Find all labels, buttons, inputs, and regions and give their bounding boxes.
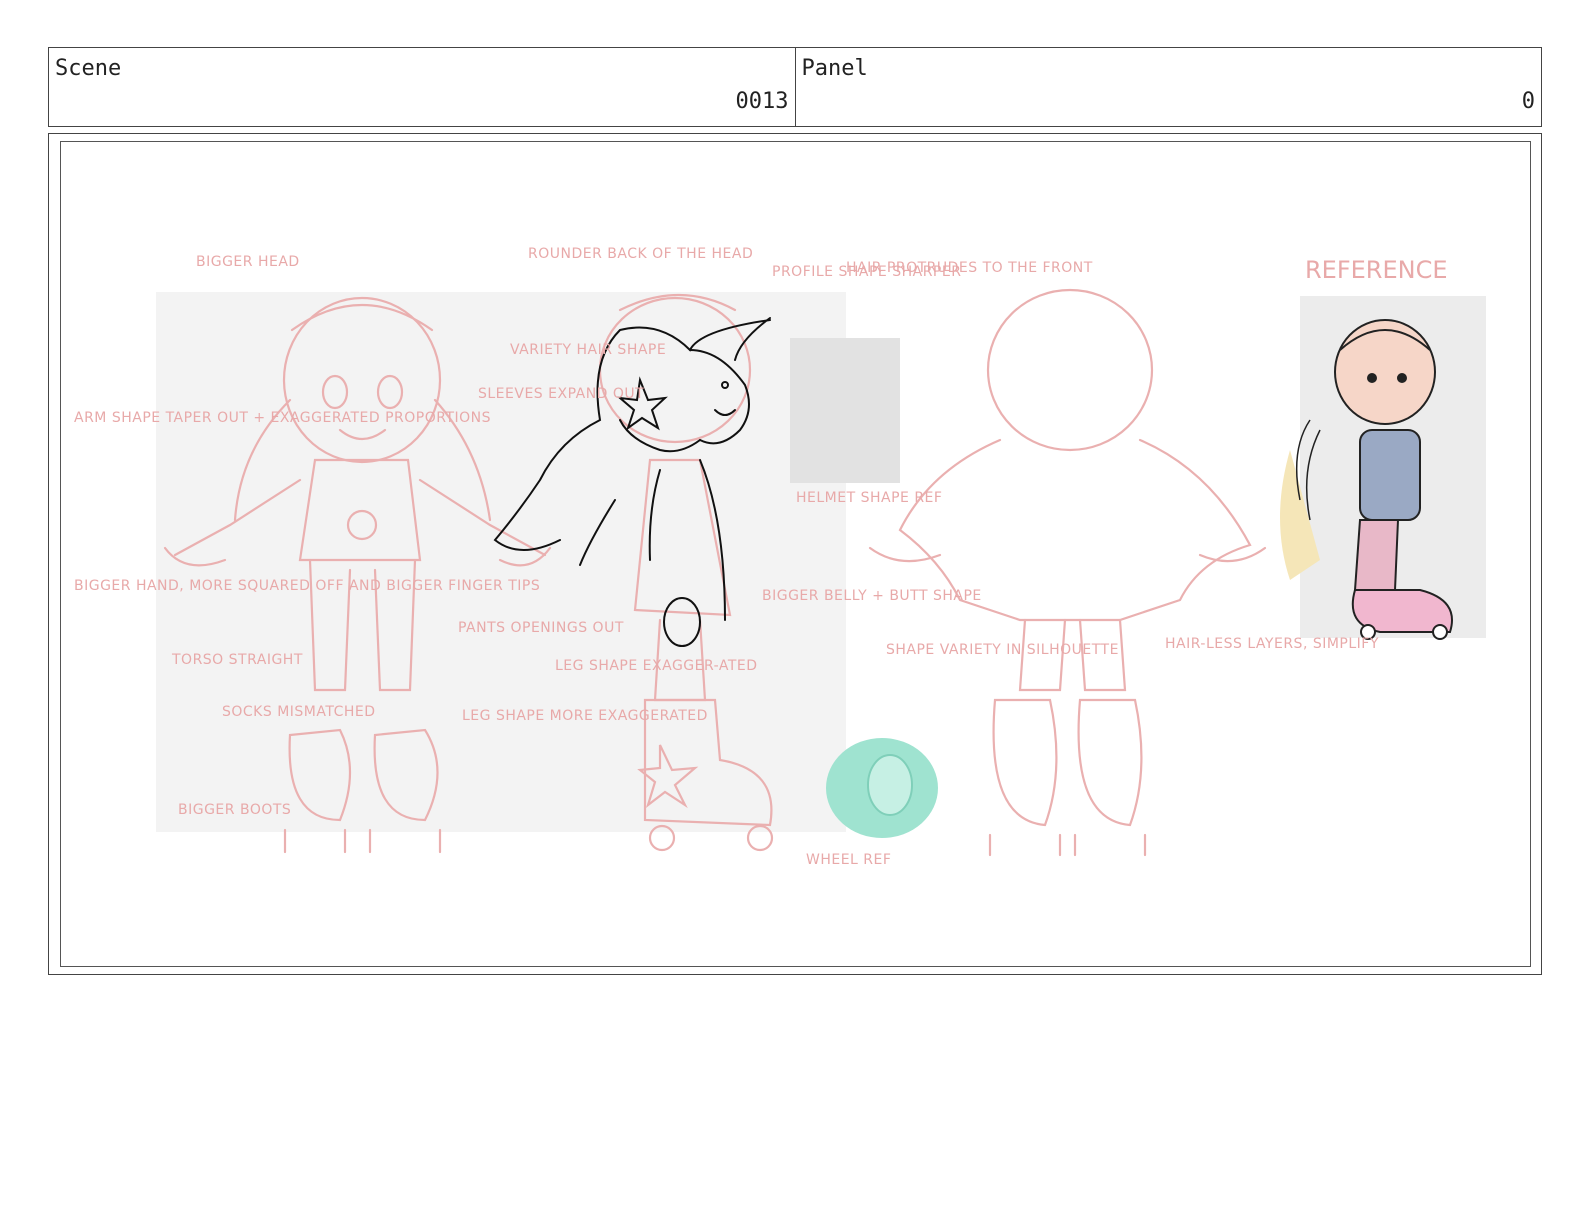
helmet-ref-photo	[790, 338, 900, 483]
note-leg-shape-exag: LEG SHAPE EXAGGER-ATED	[555, 658, 758, 674]
note-belly: BIGGER BELLY + BUTT SHAPE	[762, 588, 982, 604]
note-reference: REFERENCE	[1305, 256, 1448, 284]
note-variety-hair: VARIETY HAIR SHAPE	[510, 342, 666, 358]
note-shape-variety: SHAPE VARIETY IN SILHOUETTE	[886, 642, 1119, 658]
note-hairless: HAIR-LESS LAYERS, SIMPLIFY	[1165, 636, 1379, 652]
note-hair-protrudes: HAIR PROTRUDES TO THE FRONT	[846, 260, 1093, 276]
character-sheet-drawing: BIGGER HEAD ROUNDER BACK OF THE HEAD PRO…	[74, 246, 1486, 868]
note-torso: TORSO STRAIGHT	[171, 652, 303, 668]
note-arm-shape: ARM SHAPE TAPER OUT + EXAGGERATED PROPOR…	[74, 410, 491, 426]
note-socks: SOCKS MISMATCHED	[222, 704, 376, 720]
note-pants: PANTS OPENINGS OUT	[458, 620, 624, 636]
note-bigger-hand: BIGGER HAND, MORE SQUARED OFF AND BIGGER…	[74, 578, 540, 594]
wheel-ref-image	[826, 738, 938, 838]
note-leg-shape-more: LEG SHAPE MORE EXAGGERATED	[462, 708, 708, 724]
note-bigger-boots: BIGGER BOOTS	[178, 802, 291, 818]
note-wheel-ref: WHEEL REF	[806, 852, 891, 868]
note-rounder-back: ROUNDER BACK OF THE HEAD	[528, 246, 753, 262]
note-helmet-ref: HELMET SHAPE REF	[796, 490, 942, 506]
note-sleeves: SLEEVES EXPAND OUT	[478, 386, 644, 402]
note-bigger-head: BIGGER HEAD	[196, 254, 300, 270]
sketch-background	[156, 292, 846, 832]
